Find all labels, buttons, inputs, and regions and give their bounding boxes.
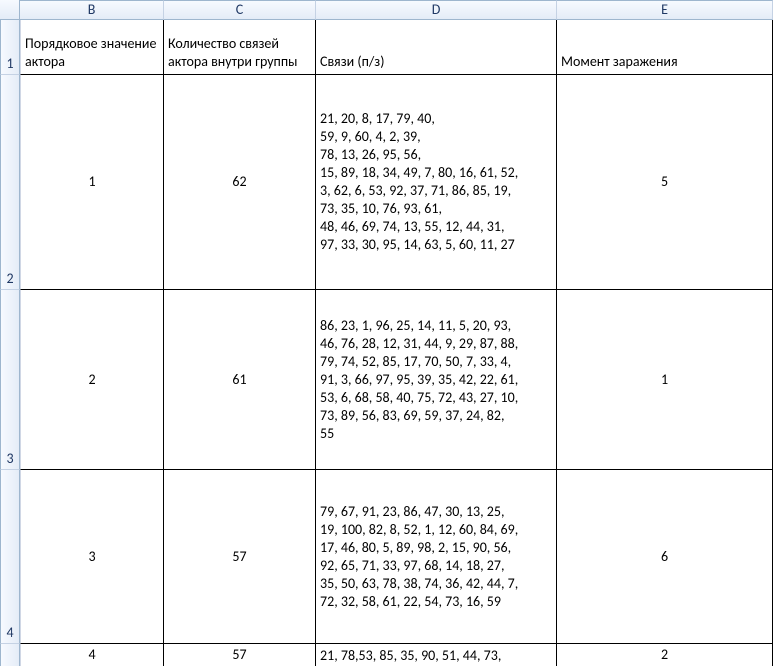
spreadsheet-grid[interactable]: B C D E 1 Порядковое значение актора Кол…	[0, 0, 773, 666]
cell-B4[interactable]: 3	[20, 470, 164, 644]
row-header-3[interactable]: 3	[0, 290, 20, 470]
cell-C4[interactable]: 57	[164, 470, 316, 644]
cell-C5[interactable]: 57	[164, 644, 316, 666]
col-header-D[interactable]: D	[316, 0, 557, 20]
cell-B2[interactable]: 1	[20, 75, 164, 290]
cell-E3[interactable]: 1	[557, 290, 773, 470]
cell-E1[interactable]: Момент заражения	[557, 20, 773, 75]
col-header-B[interactable]: B	[20, 0, 164, 20]
cell-B1[interactable]: Порядковое значение актора	[20, 20, 164, 75]
select-all-corner[interactable]	[0, 0, 20, 20]
cell-E2[interactable]: 5	[557, 75, 773, 290]
cell-C1[interactable]: Количество связей актора внутри группы	[164, 20, 316, 75]
cell-E4[interactable]: 6	[557, 470, 773, 644]
cell-C2[interactable]: 62	[164, 75, 316, 290]
row-header-5[interactable]	[0, 644, 20, 666]
cell-D4[interactable]: 79, 67, 91, 23, 86, 47, 30, 13, 25, 19, …	[316, 470, 557, 644]
cell-B5[interactable]: 4	[20, 644, 164, 666]
col-header-C[interactable]: C	[164, 0, 316, 20]
cell-D3[interactable]: 86, 23, 1, 96, 25, 14, 11, 5, 20, 93, 46…	[316, 290, 557, 470]
cell-D1[interactable]: Связи (п/з)	[316, 20, 557, 75]
row-header-2[interactable]: 2	[0, 75, 20, 290]
row-header-1[interactable]: 1	[0, 20, 20, 75]
cell-D2[interactable]: 21, 20, 8, 17, 79, 40, 59, 9, 60, 4, 2, …	[316, 75, 557, 290]
cell-D5[interactable]: 21, 78,53, 85, 35, 90, 51, 44, 73,	[316, 644, 557, 666]
cell-B3[interactable]: 2	[20, 290, 164, 470]
col-header-E[interactable]: E	[557, 0, 773, 20]
row-header-4[interactable]: 4	[0, 470, 20, 644]
cell-E5[interactable]: 2	[557, 644, 773, 666]
cell-C3[interactable]: 61	[164, 290, 316, 470]
